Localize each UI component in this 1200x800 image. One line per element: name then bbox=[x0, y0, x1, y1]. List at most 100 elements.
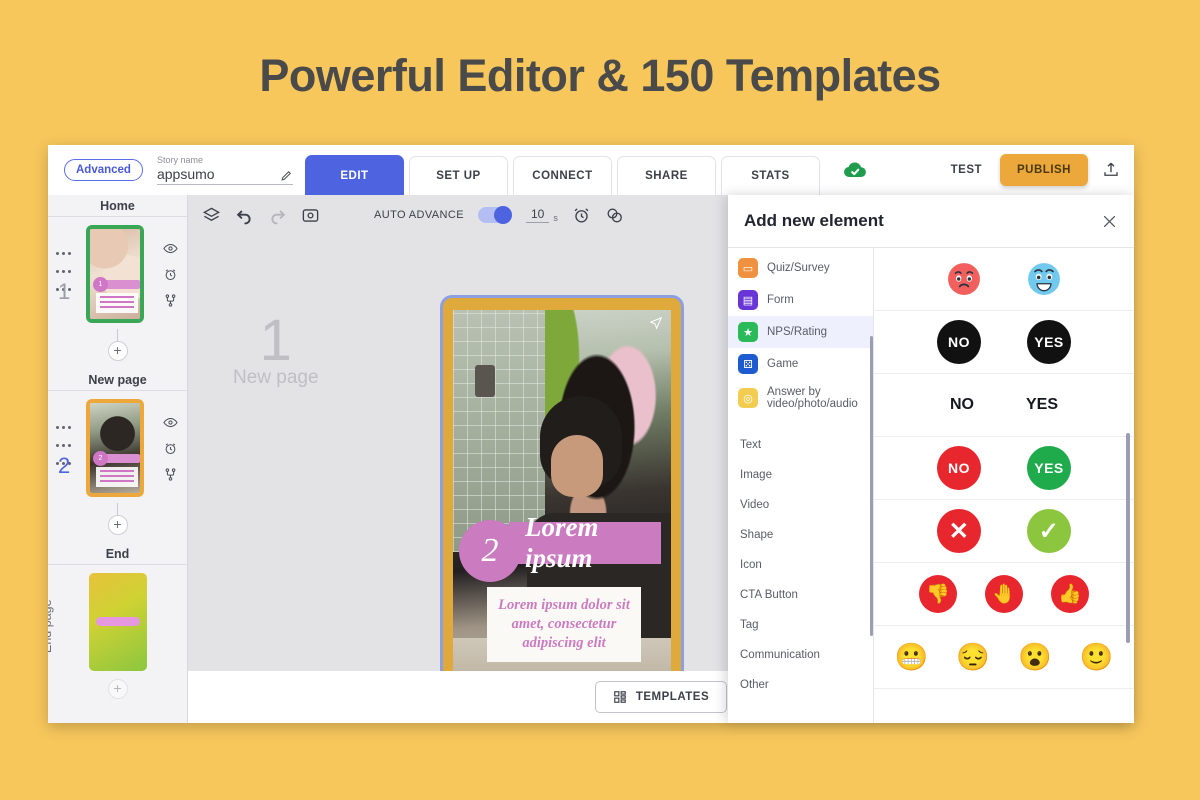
sidebar-page-2[interactable]: 2 2 bbox=[48, 391, 187, 497]
category-communication[interactable]: Communication bbox=[728, 640, 873, 670]
category-label: Quiz/Survey bbox=[767, 262, 830, 274]
auto-advance-toggle[interactable] bbox=[477, 206, 512, 224]
send-arrow-icon[interactable] bbox=[649, 316, 663, 330]
redo-icon[interactable] bbox=[268, 206, 287, 225]
category-label: Game bbox=[767, 358, 799, 370]
add-page-button[interactable]: + bbox=[107, 679, 128, 699]
alarm-clock-icon[interactable] bbox=[572, 206, 591, 225]
layers-icon[interactable] bbox=[202, 206, 221, 225]
add-page-button[interactable]: + bbox=[107, 515, 128, 535]
element-grid[interactable]: NO YES NO YES NO YES ✕ ✓ 👎 🤚 👍 😬 😔 😮 🙂 bbox=[874, 248, 1134, 723]
share-upload-icon[interactable] bbox=[1102, 161, 1120, 179]
option-check-green[interactable]: ✓ bbox=[1027, 509, 1071, 553]
preview-icon[interactable] bbox=[301, 206, 320, 225]
add-page-after-1[interactable]: + bbox=[48, 329, 187, 361]
category-icon[interactable]: Icon bbox=[728, 550, 873, 580]
hand-flat-icon[interactable]: 🤚 bbox=[985, 575, 1023, 613]
link-chain-icon[interactable] bbox=[605, 206, 624, 225]
element-category-list[interactable]: ▭ Quiz/Survey ▤ Form ★ NPS/Rating ⚄ Game… bbox=[728, 248, 874, 723]
record-icon: ◎ bbox=[738, 388, 758, 408]
clock-icon[interactable] bbox=[163, 441, 178, 456]
category-tag[interactable]: Tag bbox=[728, 610, 873, 640]
page-thumbnail-1[interactable]: 1 bbox=[86, 225, 144, 323]
category-image[interactable]: Image bbox=[728, 460, 873, 490]
slide-title[interactable]: Lorem ipsum bbox=[509, 512, 661, 573]
add-page-after-end[interactable]: + bbox=[48, 679, 187, 699]
option-yes-text[interactable]: YES bbox=[1026, 396, 1058, 414]
branch-icon[interactable] bbox=[163, 293, 178, 308]
add-page-button[interactable]: + bbox=[107, 341, 128, 361]
publish-button[interactable]: PUBLISH bbox=[1000, 154, 1088, 186]
auto-advance-seconds[interactable]: 10 s bbox=[525, 207, 558, 223]
grid-row-plain-words: NO YES bbox=[874, 374, 1134, 437]
category-list-scrollbar[interactable] bbox=[870, 336, 873, 636]
thumbs-down-icon[interactable]: 👎 bbox=[919, 575, 957, 613]
option-no-red[interactable]: NO bbox=[937, 446, 981, 490]
ghost-page-label: New page bbox=[233, 367, 319, 388]
category-quiz-survey[interactable]: ▭ Quiz/Survey bbox=[728, 252, 873, 284]
grid-row-face-emojis: 😬 😔 😮 🙂 bbox=[874, 626, 1134, 689]
story-name-input[interactable]: appsumo bbox=[157, 166, 215, 182]
templates-button[interactable]: TEMPLATES bbox=[594, 681, 728, 713]
worried-face-icon[interactable]: 😬 bbox=[895, 641, 929, 673]
category-video[interactable]: Video bbox=[728, 490, 873, 520]
grid-row-emoji-faces bbox=[874, 248, 1134, 311]
slide-caption[interactable]: Lorem ipsum dolor sit amet, consectetur … bbox=[487, 587, 641, 662]
advanced-badge[interactable]: Advanced bbox=[64, 159, 143, 181]
sidebar-page-1[interactable]: 1 1 bbox=[48, 217, 187, 323]
option-cross-red[interactable]: ✕ bbox=[937, 509, 981, 553]
sidebar-section-end: End bbox=[48, 543, 187, 565]
eye-icon[interactable] bbox=[163, 241, 178, 256]
sad-face-red-icon[interactable] bbox=[947, 262, 981, 296]
undo-icon[interactable] bbox=[235, 206, 254, 225]
category-game[interactable]: ⚄ Game bbox=[728, 348, 873, 380]
option-no-text[interactable]: NO bbox=[950, 396, 974, 414]
clock-icon[interactable] bbox=[163, 267, 178, 282]
thumbs-up-icon[interactable]: 👍 bbox=[1051, 575, 1089, 613]
option-yes-black[interactable]: YES bbox=[1027, 320, 1071, 364]
page-number-1: 1 bbox=[58, 279, 71, 304]
page-thumbnail-2[interactable]: 2 bbox=[86, 399, 144, 497]
add-new-element-panel: Add new element ▭ Quiz/Survey ▤ Form ★ N… bbox=[728, 195, 1134, 723]
pencil-icon[interactable] bbox=[280, 169, 293, 182]
category-nps-rating[interactable]: ★ NPS/Rating bbox=[728, 316, 873, 348]
tab-set-up[interactable]: SET UP bbox=[408, 156, 508, 195]
branch-icon[interactable] bbox=[163, 467, 178, 482]
pages-sidebar[interactable]: Home 1 1 + New page 2 2 + End End page + bbox=[48, 195, 188, 723]
category-shape[interactable]: Shape bbox=[728, 520, 873, 550]
add-page-after-2[interactable]: + bbox=[48, 503, 187, 535]
surprised-face-icon[interactable]: 😮 bbox=[1018, 641, 1052, 673]
category-text[interactable]: Text bbox=[728, 430, 873, 460]
panel-title: Add new element bbox=[744, 211, 884, 230]
tab-connect[interactable]: CONNECT bbox=[512, 156, 612, 195]
sad-relieved-face-icon[interactable]: 😔 bbox=[956, 641, 990, 673]
happy-face-blue-icon[interactable] bbox=[1027, 262, 1061, 296]
category-cta-button[interactable]: CTA Button bbox=[728, 580, 873, 610]
tab-edit[interactable]: EDIT bbox=[304, 155, 404, 195]
smiling-face-icon[interactable]: 🙂 bbox=[1080, 641, 1114, 673]
test-button[interactable]: TEST bbox=[939, 156, 994, 184]
tab-share[interactable]: SHARE bbox=[616, 156, 716, 195]
category-form[interactable]: ▤ Form bbox=[728, 284, 873, 316]
eye-icon[interactable] bbox=[163, 415, 178, 430]
page-number-2: 2 bbox=[58, 453, 71, 478]
tab-stats[interactable]: STATS bbox=[720, 156, 820, 195]
element-grid-scrollbar[interactable] bbox=[1126, 433, 1130, 643]
form-icon: ▤ bbox=[738, 290, 758, 310]
category-other[interactable]: Other bbox=[728, 670, 873, 700]
star-icon: ★ bbox=[738, 322, 758, 342]
story-slide: 2 Lorem ipsum Lorem ipsum dolor sit amet… bbox=[453, 310, 671, 700]
page-1-actions[interactable] bbox=[163, 241, 178, 308]
page-2-actions[interactable] bbox=[163, 415, 178, 482]
option-no-black[interactable]: NO bbox=[937, 320, 981, 364]
grid-row-hands: 👎 🤚 👍 bbox=[874, 563, 1134, 626]
category-answer-by-media[interactable]: ◎ Answer by video/photo/audio bbox=[728, 380, 873, 416]
panel-header: Add new element bbox=[728, 195, 1134, 248]
ghost-page-placeholder[interactable]: 1 New page bbox=[233, 312, 319, 389]
story-preview-frame[interactable]: 2 Lorem ipsum Lorem ipsum dolor sit amet… bbox=[440, 295, 684, 715]
close-icon[interactable] bbox=[1101, 213, 1118, 230]
option-yes-green[interactable]: YES bbox=[1027, 446, 1071, 490]
seconds-value[interactable]: 10 bbox=[525, 207, 550, 223]
category-label: Form bbox=[767, 294, 794, 306]
end-page-thumbnail[interactable] bbox=[88, 573, 147, 671]
